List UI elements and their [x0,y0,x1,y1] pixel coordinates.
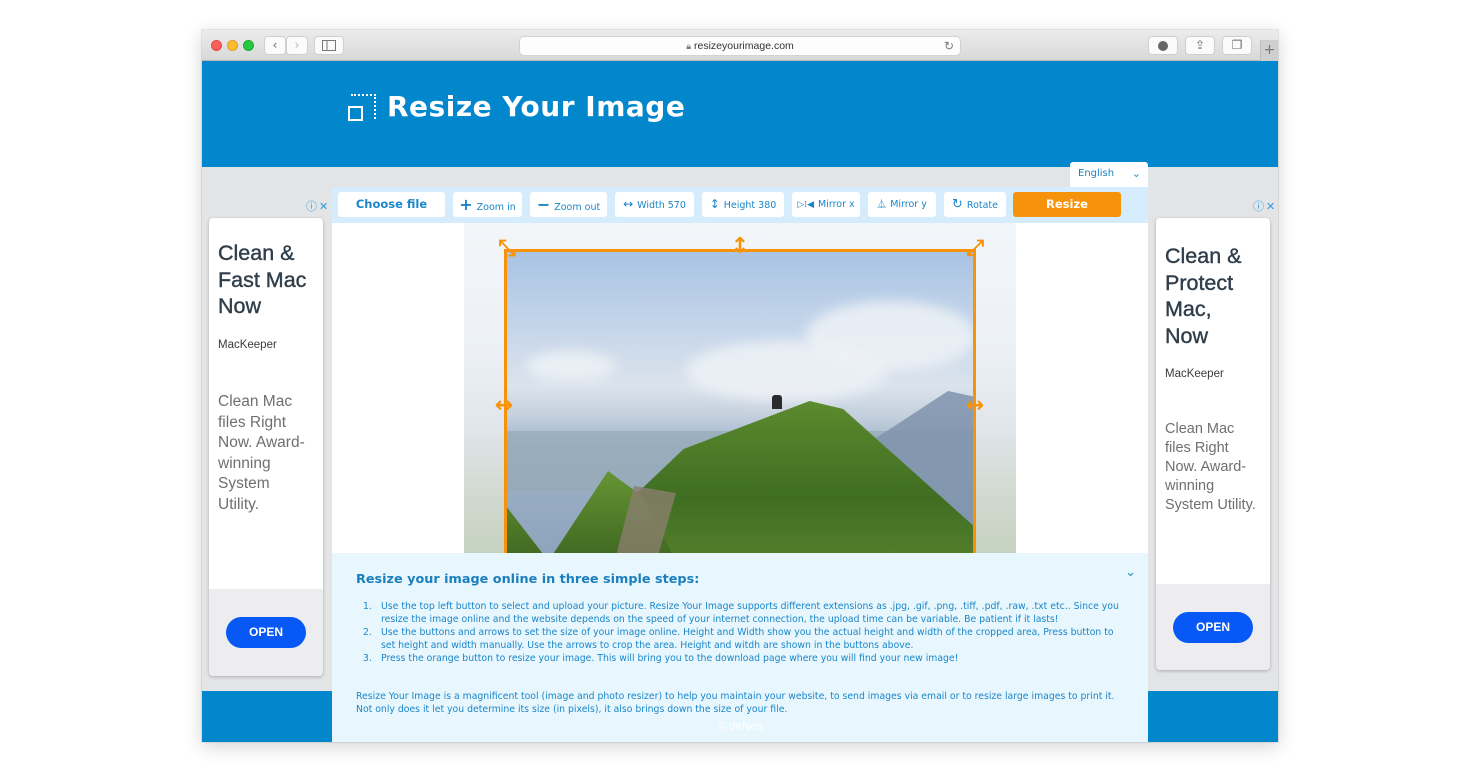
about-text: Resize Your Image is a magnificent tool … [356,691,1115,715]
mirror-y-button[interactable]: ⏅ Mirror y [868,192,936,217]
instructions-title: Resize your image online in three simple… [356,572,700,587]
site-header: Resize Your Image [202,61,1278,167]
new-tab-button[interactable]: + [1260,40,1278,61]
resize-handle-left-icon[interactable]: ↔ [491,395,517,421]
editor-toolbar: Choose file + Zoom in − Zoom out ↔ Width 57… [332,187,1148,223]
ad-open-button[interactable]: OPEN [1173,612,1253,643]
sidebar-toggle-button[interactable] [314,36,344,55]
width-button[interactable]: ↔ Width 570 [615,192,694,217]
collapse-chevron-icon[interactable]: ⌄ [1125,565,1136,580]
choose-file-button[interactable]: Choose file [338,192,445,217]
site-title[interactable]: Resize Your Image [387,90,685,123]
rotate-icon: ↻ [951,197,963,212]
browser-toolbar: ‹ › 🔒︎ resizeyourimage.com ↻ ⇪ ❐ + [202,30,1278,61]
plus-icon: + [1263,42,1276,58]
mirror-x-icon: ▷⁞◀ [797,200,815,210]
ad-choices-right[interactable]: ⓘ✕ [1253,198,1277,214]
tabs-icon: ❐ [1231,38,1243,52]
image-canvas[interactable]: ⤡ ↕ ⤢ ↔ ↔ [332,223,1148,553]
ad-open-button[interactable]: OPEN [226,617,306,648]
forward-button[interactable]: › [286,36,308,55]
sidebar-icon [322,40,336,51]
resize-handle-top-left-icon[interactable]: ⤡ [494,238,520,264]
address-bar[interactable]: 🔒︎ resizeyourimage.com ↻ [519,36,961,56]
step-item: 1. Use the top left button to select and … [363,601,1119,625]
resize-handle-right-icon[interactable]: ↔ [962,395,988,421]
height-button[interactable]: ↕ Height 380 [702,192,784,217]
share-button[interactable]: ⇪ [1185,36,1215,55]
mirror-x-button[interactable]: ▷⁞◀ Mirror x [792,192,860,217]
reload-icon[interactable]: ↻ [944,37,954,55]
steps-list: 1. Use the top left button to select and … [356,600,1126,665]
zoom-in-button[interactable]: + Zoom in [453,192,522,217]
lock-icon: 🔒︎ [686,41,691,51]
ad-footer: OPEN [1156,584,1270,670]
ad-choices-left[interactable]: ⓘ✕ [306,198,330,214]
step-item: 3. Press the orange button to resize your… [363,653,959,664]
zoom-out-button[interactable]: − Zoom out [530,192,607,217]
chevron-right-icon: › [294,38,300,52]
step-item: 2. Use the buttons and arrows to set the … [363,627,1114,651]
ad-right[interactable]: Clean & Protect Mac, Now MacKeeper Clean… [1156,218,1270,670]
maximize-window-button[interactable] [243,40,254,51]
url-text: resizeyourimage.com [694,40,794,52]
back-button[interactable]: ‹ [264,36,286,55]
ad-left[interactable]: Clean & Fast Mac Now MacKeeper Clean Mac… [209,218,323,676]
copyright: © deNes [717,721,763,733]
chevron-left-icon: ‹ [272,38,278,52]
horizontal-arrows-icon: ↔ [623,197,634,211]
ad-brand: MacKeeper [218,339,277,351]
downloads-button[interactable] [1148,36,1178,55]
mirror-y-icon: ⏅ [877,200,887,210]
browser-window: ‹ › 🔒︎ resizeyourimage.com ↻ ⇪ ❐ + Resize… [202,30,1278,742]
chevron-down-icon: ⌄ [1131,167,1141,180]
instructions-panel: Resize your image online in three simple… [332,553,1148,742]
minimize-window-button[interactable] [227,40,238,51]
minus-icon: − [536,195,551,214]
download-icon [1158,41,1168,51]
web-page: Resize Your Image English ⌄ ⓘ✕ Clean & F… [202,61,1278,742]
resize-handle-top-icon[interactable]: ↕ [727,236,753,262]
show-tabs-button[interactable]: ❐ [1222,36,1252,55]
vertical-arrows-icon: ↕ [709,197,720,211]
close-window-button[interactable] [211,40,222,51]
crop-area[interactable] [504,249,976,553]
ad-description: Clean Mac files Right Now. Award- winnin… [218,393,305,513]
ad-brand: MacKeeper [1165,368,1224,380]
ad-headline: Clean & Fast Mac Now [218,241,307,318]
ad-footer: OPEN [209,589,323,676]
ad-description: Clean Mac files Right Now. Award- winnin… [1165,421,1256,513]
share-icon: ⇪ [1194,38,1206,52]
language-value: English [1078,168,1115,179]
resize-logo-icon [348,94,376,122]
language-select[interactable]: English ⌄ [1070,162,1148,188]
resize-handle-top-right-icon[interactable]: ⤢ [962,238,988,264]
plus-icon: + [459,195,473,214]
rotate-button[interactable]: ↻ Rotate [944,192,1006,217]
editor-panel: Choose file + Zoom in − Zoom out ↔ Width 57… [332,187,1148,742]
resize-button[interactable]: Resize [1013,192,1121,217]
ad-headline: Clean & Protect Mac, Now [1165,244,1242,348]
